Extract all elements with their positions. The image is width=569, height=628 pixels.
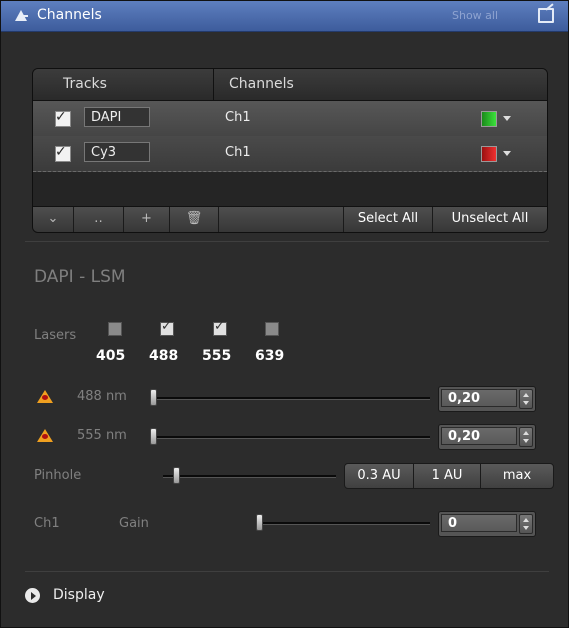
pinhole-max-button[interactable]: max (481, 464, 553, 488)
pinhole-presets: 0.3 AU 1 AU max (344, 463, 554, 489)
slider-thumb[interactable] (150, 428, 157, 445)
add-track-button[interactable]: + (124, 207, 170, 232)
collapse-icon[interactable] (15, 10, 28, 21)
pinhole-label: Pinhole (34, 468, 82, 483)
spacer (219, 207, 344, 232)
more-button[interactable]: ‥ (74, 207, 124, 232)
laser-power-value-488[interactable]: 0,20 (441, 389, 517, 407)
channel-name-cy3: Ch1 (225, 145, 251, 160)
checkmark-icon: ✓ (214, 319, 225, 334)
pinhole-slider[interactable] (163, 475, 336, 478)
laser-power-value-555[interactable]: 0,20 (441, 427, 517, 445)
laser-checkbox-639[interactable] (265, 322, 279, 336)
laser-checkbox-488[interactable]: ✓ (160, 319, 174, 336)
laser-power-slider-488[interactable] (153, 397, 430, 400)
track-name-field-dapi[interactable]: DAPI (84, 107, 150, 127)
chevron-down-icon[interactable] (503, 151, 511, 156)
laser-power-spinbox-488[interactable]: 0,20 (438, 386, 536, 412)
slider-thumb[interactable] (256, 514, 263, 531)
laser-wavelength-639: 639 (255, 348, 285, 364)
divider (25, 571, 549, 572)
channel-color-swatch-red[interactable] (481, 146, 497, 162)
tracks-column-header: Tracks (63, 76, 107, 92)
divider (25, 241, 549, 242)
gain-spinbox[interactable]: 0 (438, 511, 536, 537)
slider-thumb[interactable] (173, 467, 180, 484)
laser-wavelength-488: 488 (149, 348, 179, 364)
select-all-button[interactable]: Select All (344, 207, 433, 232)
trash-icon: 🗑 (185, 211, 203, 226)
track-row-cy3[interactable]: ✓ Cy3 Ch1 (33, 136, 547, 172)
tracks-table: Tracks Channels ✓ DAPI Ch1 ✓ Cy3 Ch1 ⌄ ‥… (32, 68, 548, 233)
laser-wavelength-405: 405 (96, 348, 126, 364)
channel-color-swatch-green[interactable] (481, 111, 497, 127)
laser-checkbox-555[interactable]: ✓ (213, 319, 227, 336)
checkmark-icon: ✓ (55, 144, 67, 160)
delete-track-button[interactable]: 🗑 (170, 207, 219, 232)
channel-label: Ch1 (34, 516, 60, 531)
chevron-down-icon: ⌄ (47, 211, 59, 226)
checkmark-icon: ✓ (55, 109, 67, 125)
laser-warning-icon (37, 429, 53, 442)
gain-value[interactable]: 0 (441, 514, 517, 532)
chevron-down-icon[interactable] (503, 116, 511, 121)
laser-power-label-488: 488 nm (77, 389, 127, 404)
laser-checkbox-405[interactable] (108, 322, 122, 336)
unselect-all-button[interactable]: Unselect All (433, 207, 547, 232)
checkmark-icon: ✓ (161, 319, 172, 334)
track-name-field-cy3[interactable]: Cy3 (84, 142, 150, 162)
display-section-toggle[interactable]: Display (53, 587, 105, 603)
spin-arrows-icon[interactable] (519, 514, 533, 534)
table-header: Tracks Channels (33, 69, 547, 101)
ellipsis-icon: ‥ (94, 211, 103, 226)
gain-label: Gain (119, 516, 149, 531)
undock-icon[interactable] (538, 8, 554, 23)
pinhole-1au-button[interactable]: 1 AU (414, 464, 481, 488)
show-all-toggle[interactable]: Show all (452, 9, 498, 22)
laser-warning-icon (37, 390, 53, 403)
gain-slider[interactable] (259, 522, 430, 525)
tracks-toolbar: ⌄ ‥ + 🗑 Select All Unselect All (33, 206, 547, 232)
channels-column-header: Channels (229, 76, 294, 92)
channels-panel: Channels Show all Tracks Channels ✓ DAPI… (0, 0, 569, 628)
pinhole-0.3au-button[interactable]: 0.3 AU (345, 464, 414, 488)
laser-power-spinbox-555[interactable]: 0,20 (438, 424, 536, 450)
expand-button[interactable]: ⌄ (33, 207, 74, 232)
panel-title: Channels (37, 7, 102, 23)
expand-arrow-icon[interactable] (25, 588, 40, 603)
laser-wavelength-555: 555 (202, 348, 232, 364)
slider-thumb[interactable] (150, 389, 157, 406)
panel-titlebar: Channels Show all (1, 1, 568, 32)
track-row-dapi[interactable]: ✓ DAPI Ch1 (33, 101, 547, 137)
laser-power-label-555: 555 nm (77, 428, 127, 443)
spin-arrows-icon[interactable] (519, 427, 533, 447)
track-checkbox-cy3[interactable]: ✓ (55, 144, 71, 162)
track-checkbox-dapi[interactable]: ✓ (55, 109, 71, 127)
laser-power-slider-555[interactable] (153, 436, 430, 439)
channel-name-dapi: Ch1 (225, 110, 251, 125)
spin-arrows-icon[interactable] (519, 389, 533, 409)
track-settings-title: DAPI - LSM (34, 267, 126, 287)
lasers-label: Lasers (34, 328, 77, 343)
